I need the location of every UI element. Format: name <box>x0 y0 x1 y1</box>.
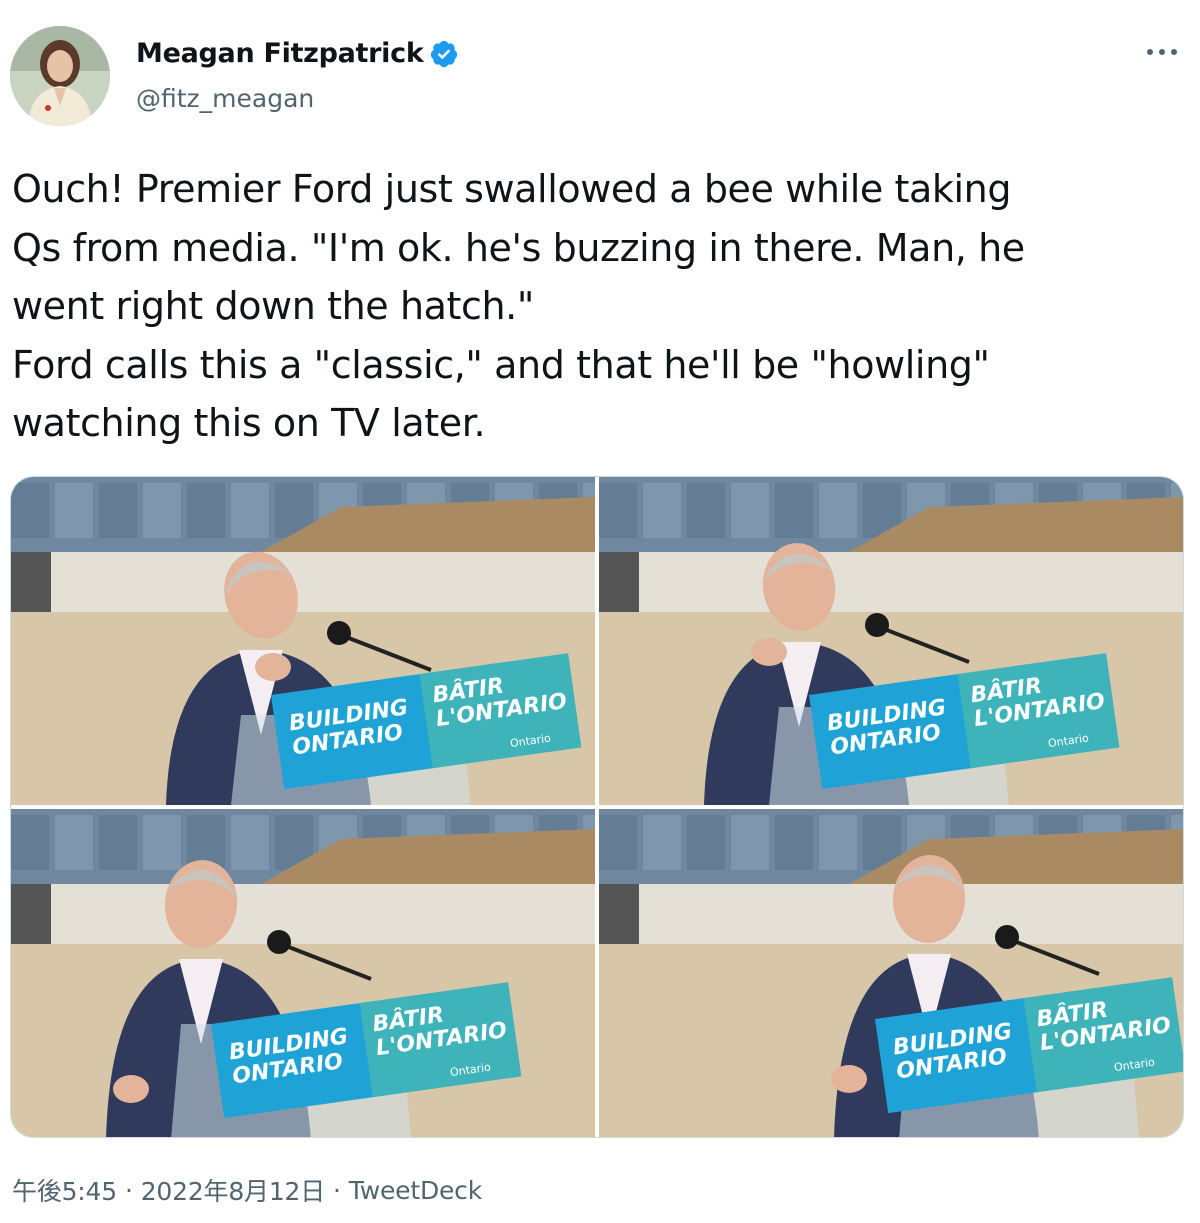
author-name-row: Meagan Fitzpatrick <box>136 38 459 69</box>
more-options-icon[interactable] <box>1142 38 1182 66</box>
tweet-time[interactable]: 午後5:45 <box>12 1172 117 1208</box>
verified-badge-icon <box>429 39 459 69</box>
photo-scene: BUILDINGONTARIOBÂTIRL'ONTARIOOntario <box>11 477 595 805</box>
meta-separator: · <box>124 1175 133 1205</box>
tweet-text-line: went right down the hatch." <box>12 284 534 328</box>
tweet-date[interactable]: 2022年8月12日 <box>141 1172 326 1208</box>
photo-scene: BUILDINGONTARIOBÂTIRL'ONTARIOOntario <box>11 809 595 1137</box>
media-photo-1[interactable]: BUILDING ONTARIO BÂTIR L'ONTARIO Ontario <box>11 477 595 805</box>
media-photo-2[interactable]: BUILDING ONTARIO BÂTIR L'ONTARIO Ontario <box>599 477 1183 805</box>
author-avatar[interactable] <box>10 26 110 126</box>
media-grid: BUILDING ONTARIO BÂTIR L'ONTARIO Ontario BUI… <box>10 476 1184 1138</box>
author-avatar-image <box>10 26 110 126</box>
tweet-text-line: watching this on TV later. <box>12 401 486 445</box>
tweet-text: Ouch! Premier Ford just swallowed a bee … <box>12 160 1192 453</box>
media-photo-4[interactable]: BUILDING ONTARIO BÂTIR L'ONTARIO Ontario <box>599 809 1183 1137</box>
author-handle[interactable]: @fitz_meagan <box>136 84 314 113</box>
author-display-name[interactable]: Meagan Fitzpatrick <box>136 38 424 69</box>
tweet: Meagan Fitzpatrick @fitz_meagan Ouch! Pr… <box>0 0 1200 1223</box>
media-photo-3[interactable]: BUILDING ONTARIO BÂTIR L'ONTARIO Ontario <box>11 809 595 1137</box>
photo-scene: BUILDINGONTARIOBÂTIRL'ONTARIOOntario <box>599 477 1183 805</box>
meta-separator: · <box>333 1175 341 1205</box>
tweet-text-line: Qs from media. "I'm ok. he's buzzing in … <box>12 225 1025 270</box>
tweet-meta: 午後5:45 · 2022年8月12日 · TweetDeck <box>12 1172 482 1208</box>
photo-scene: BUILDINGONTARIOBÂTIRL'ONTARIOOntario <box>599 809 1183 1137</box>
tweet-text-line: Ford calls this a "classic," and that he… <box>12 342 990 387</box>
tweet-source[interactable]: TweetDeck <box>349 1176 482 1205</box>
tweet-text-line: Ouch! Premier Ford just swallowed a bee … <box>12 167 1012 211</box>
